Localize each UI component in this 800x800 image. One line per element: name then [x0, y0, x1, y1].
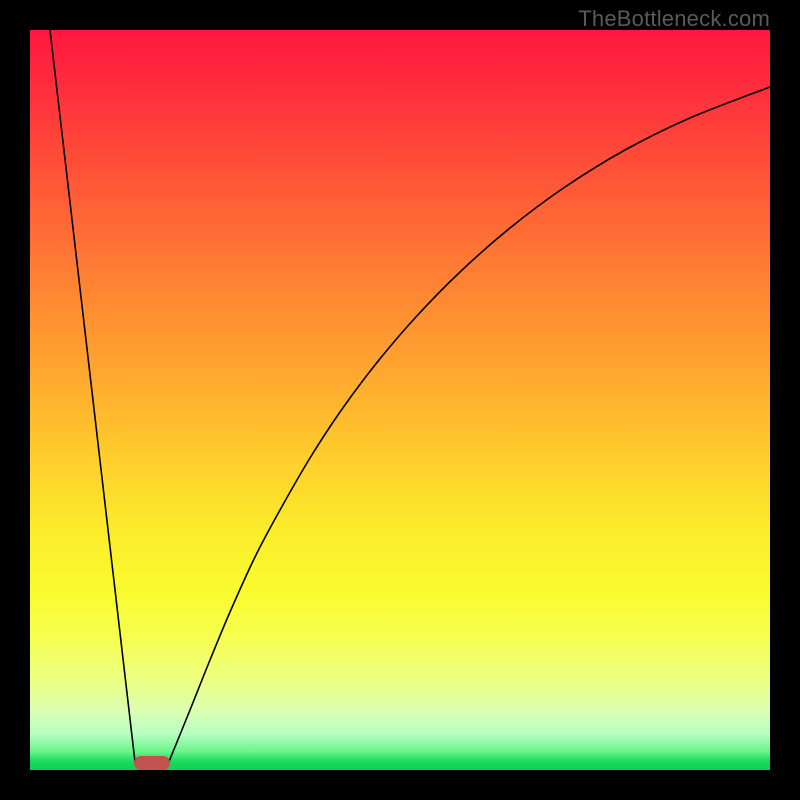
watermark-text: TheBottleneck.com: [578, 6, 770, 32]
bottleneck-marker: [134, 756, 170, 770]
series-left-linear: [50, 30, 135, 762]
plot-area: [30, 30, 770, 770]
curve-layer: [30, 30, 770, 770]
chart-frame: TheBottleneck.com: [0, 0, 800, 800]
series-right-curve: [168, 87, 770, 764]
